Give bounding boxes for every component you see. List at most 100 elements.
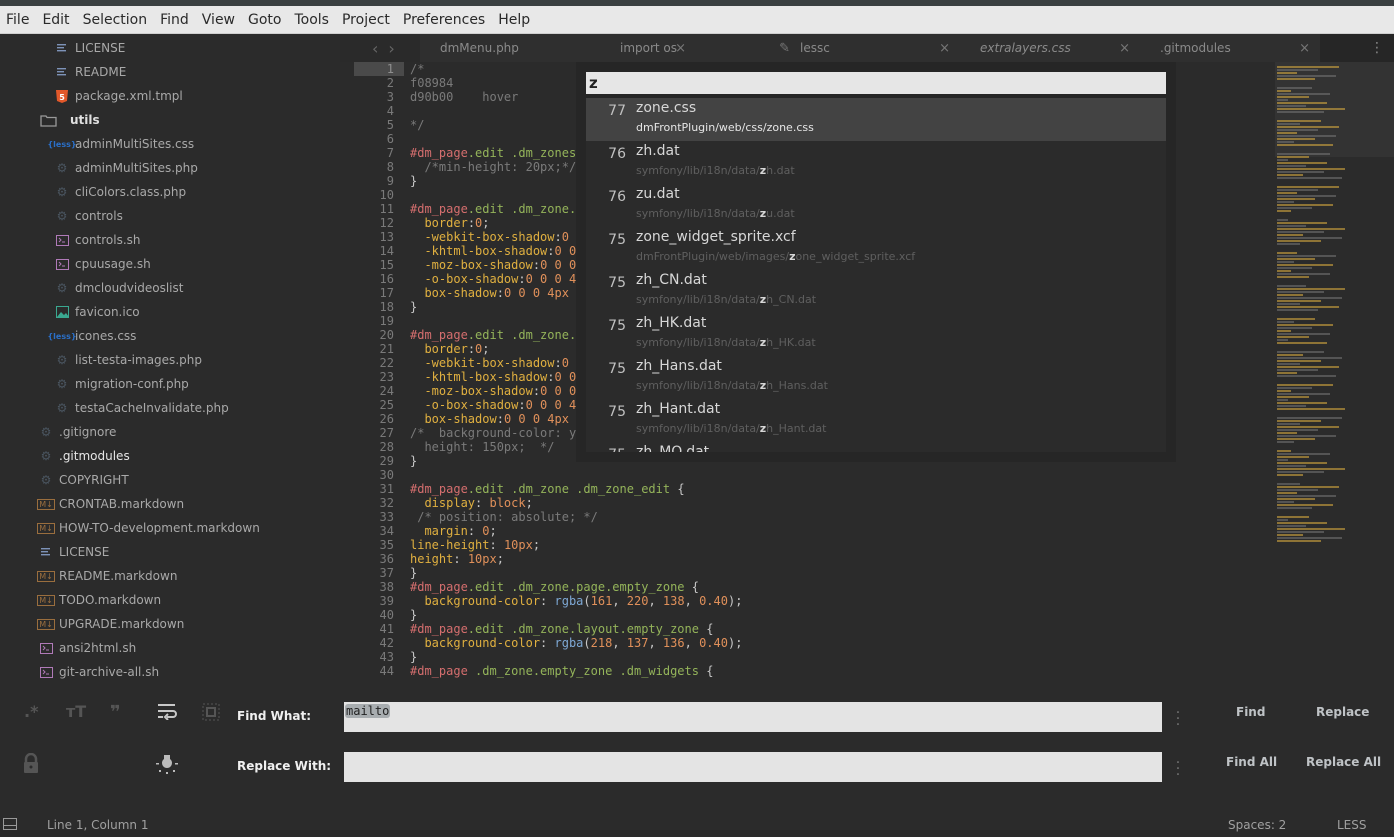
code-line[interactable]: }	[410, 608, 771, 622]
sidebar-file[interactable]: M↓ CRONTAB.markdown	[37, 492, 184, 516]
sidebar-file[interactable]: ⚙ migration-conf.php	[55, 372, 189, 396]
palette-result[interactable]: 75 zh_Hant.dat symfony/lib/i18n/data/zh_Ha…	[586, 399, 1166, 442]
edit-icon[interactable]: ✎	[779, 41, 790, 56]
sidebar-file[interactable]: ⚙ testaCacheInvalidate.php	[55, 396, 229, 420]
regex-toggle[interactable]: .*	[24, 702, 38, 721]
wrap-toggle[interactable]	[157, 702, 177, 724]
sidebar-file[interactable]: ⚙ COPYRIGHT	[39, 468, 129, 492]
sidebar-file[interactable]: ⚙ list-testa-images.php	[55, 348, 202, 372]
chevron-right-icon[interactable]: ›	[388, 39, 394, 58]
sidebar-folder[interactable]: utils	[38, 108, 100, 132]
close-icon[interactable]: ×	[1119, 41, 1130, 56]
menu-find[interactable]: Find	[154, 6, 196, 34]
in-selection-toggle[interactable]	[202, 703, 220, 725]
sidebar-file[interactable]: ⚙ cliColors.class.php	[55, 180, 187, 204]
sidebar-file[interactable]: controls.sh	[55, 228, 141, 252]
menu-view[interactable]: View	[196, 6, 242, 34]
find-what-input[interactable]: mailto	[344, 702, 1162, 732]
code-line[interactable]: background-color: rgba(218, 137, 136, 0.…	[410, 636, 771, 650]
tab[interactable]: extralayers.css ×	[980, 34, 1130, 62]
sidebar-file[interactable]: M↓ TODO.markdown	[37, 588, 161, 612]
sidebar-item-label: LICENSE	[59, 545, 110, 559]
tab[interactable]: import os ✎	[620, 34, 790, 62]
highlight-matches-toggle[interactable]	[156, 753, 178, 779]
palette-result[interactable]: 75 zh_CN.dat symfony/lib/i18n/data/zh_CN.d…	[586, 270, 1166, 313]
code-line[interactable]: }	[410, 566, 771, 580]
code-line[interactable]: margin: 0;	[410, 524, 771, 538]
palette-result[interactable]: 77 zone.css dmFrontPlugin/web/css/zone.css	[586, 98, 1166, 141]
sidebar-file[interactable]: ⚙ adminMultiSites.php	[55, 156, 198, 180]
palette-result[interactable]: 75 zh_Hans.dat symfony/lib/i18n/data/zh_Ha…	[586, 356, 1166, 399]
find-history-menu-button[interactable]: · · ·	[1174, 706, 1182, 732]
sidebar-file[interactable]: ⚙ .gitmodules	[39, 444, 130, 468]
code-line[interactable]: }	[410, 650, 771, 664]
sidebar-file[interactable]: ansi2html.sh	[39, 636, 136, 660]
menu-file[interactable]: File	[0, 6, 36, 34]
sidebar-file[interactable]: favicon.ico	[55, 300, 140, 324]
palette-result[interactable]: 76 zu.dat symfony/lib/i18n/data/zu.dat	[586, 184, 1166, 227]
menu-preferences[interactable]: Preferences	[397, 6, 492, 34]
sidebar-file[interactable]: LICENSE	[39, 540, 109, 564]
tab[interactable]: lessc ×	[800, 34, 950, 62]
replace-history-menu-button[interactable]: · · ·	[1174, 756, 1182, 782]
case-sensitive-toggle[interactable]: тT	[66, 702, 86, 721]
sidebar-file[interactable]: M↓ HOW-TO-development.markdown	[37, 516, 260, 540]
menu-help[interactable]: Help	[492, 6, 537, 34]
sidebar-file[interactable]: ⚙ dmcloudvideoslist	[55, 276, 184, 300]
minimap[interactable]	[1275, 62, 1394, 684]
chevron-left-icon[interactable]: ‹	[372, 39, 378, 58]
code-token: }	[410, 650, 418, 664]
minimap-line	[1277, 186, 1339, 188]
sidebar-file[interactable]: ⚙ controls	[55, 204, 123, 228]
code-line[interactable]: #dm_page.edit .dm_zone.layout.empty_zone…	[410, 622, 771, 636]
code-line[interactable]: #dm_page.edit .dm_zone.page.empty_zone {	[410, 580, 771, 594]
sidebar-file[interactable]: git-archive-all.sh	[39, 660, 159, 684]
indentation-selector[interactable]: Spaces: 2	[1228, 818, 1286, 832]
panel-toggle-button[interactable]	[3, 818, 17, 833]
sidebar-file[interactable]: cpuusage.sh	[55, 252, 151, 276]
code-token: :	[540, 636, 555, 650]
sidebar-item-label: adminMultiSites.php	[75, 161, 198, 175]
menu-tools[interactable]: Tools	[288, 6, 336, 34]
menu-edit[interactable]: Edit	[36, 6, 76, 34]
palette-result[interactable]: 75zh_MO.datsymfony/lib/i18n/data/zh_MO.d…	[586, 442, 1166, 452]
code-line[interactable]: display: block;	[410, 496, 771, 510]
tab[interactable]: .gitmodules ×	[1160, 34, 1310, 62]
code-line[interactable]	[410, 468, 771, 482]
minimap-line	[1277, 327, 1312, 329]
sidebar-file[interactable]: M↓ README.markdown	[37, 564, 177, 588]
tab-overflow-menu-button[interactable]: ⋮	[1320, 34, 1394, 62]
sidebar-file[interactable]: {less} adminMultiSites.css	[47, 132, 194, 156]
palette-result[interactable]: 76 zh.dat symfony/lib/i18n/data/zh.dat	[586, 141, 1166, 184]
code-line[interactable]: #dm_page.edit .dm_zone .dm_zone_edit {	[410, 482, 771, 496]
menu-goto[interactable]: Goto	[242, 6, 288, 34]
code-line[interactable]: line-height: 10px;	[410, 538, 771, 552]
close-icon[interactable]: ×	[1299, 41, 1310, 56]
code-line[interactable]: #dm_page .dm_zone.empty_zone .dm_widgets…	[410, 664, 771, 678]
whole-word-toggle[interactable]: ❞	[110, 702, 121, 723]
menu-project[interactable]: Project	[336, 6, 397, 34]
sidebar-file[interactable]: README	[55, 60, 126, 84]
code-token: -moz-box-shadow	[424, 384, 533, 398]
code-line[interactable]: background-color: rgba(161, 220, 138, 0.…	[410, 594, 771, 608]
code-line[interactable]: /* position: absolute; */	[410, 510, 771, 524]
sidebar-file[interactable]: M↓ UPGRADE.markdown	[37, 612, 184, 636]
find-button[interactable]: Find	[1236, 705, 1265, 719]
sidebar-file[interactable]: {less} icones.css	[47, 324, 136, 348]
sidebar-file[interactable]: 5 package.xml.tmpl	[55, 84, 183, 108]
replace-with-input[interactable]	[344, 752, 1162, 782]
result-name: zh_Hant.dat	[636, 401, 721, 417]
close-icon[interactable]: ×	[939, 41, 950, 56]
replace-button[interactable]: Replace	[1316, 705, 1369, 719]
palette-search-input[interactable]: z	[586, 72, 1166, 94]
lock-toggle[interactable]	[22, 752, 40, 777]
syntax-selector[interactable]: LESS	[1337, 818, 1367, 832]
sidebar-file[interactable]: ⚙ .gitignore	[39, 420, 117, 444]
menu-selection[interactable]: Selection	[77, 6, 155, 34]
palette-result[interactable]: 75 zh_HK.dat symfony/lib/i18n/data/zh_HK.d…	[586, 313, 1166, 356]
replace-all-button[interactable]: Replace All	[1306, 755, 1381, 769]
palette-result[interactable]: 75 zone_widget_sprite.xcf dmFrontPlugin/we…	[586, 227, 1166, 270]
find-all-button[interactable]: Find All	[1226, 755, 1277, 769]
code-line[interactable]: height: 10px;	[410, 552, 771, 566]
sidebar-file[interactable]: LICENSE	[55, 36, 125, 60]
